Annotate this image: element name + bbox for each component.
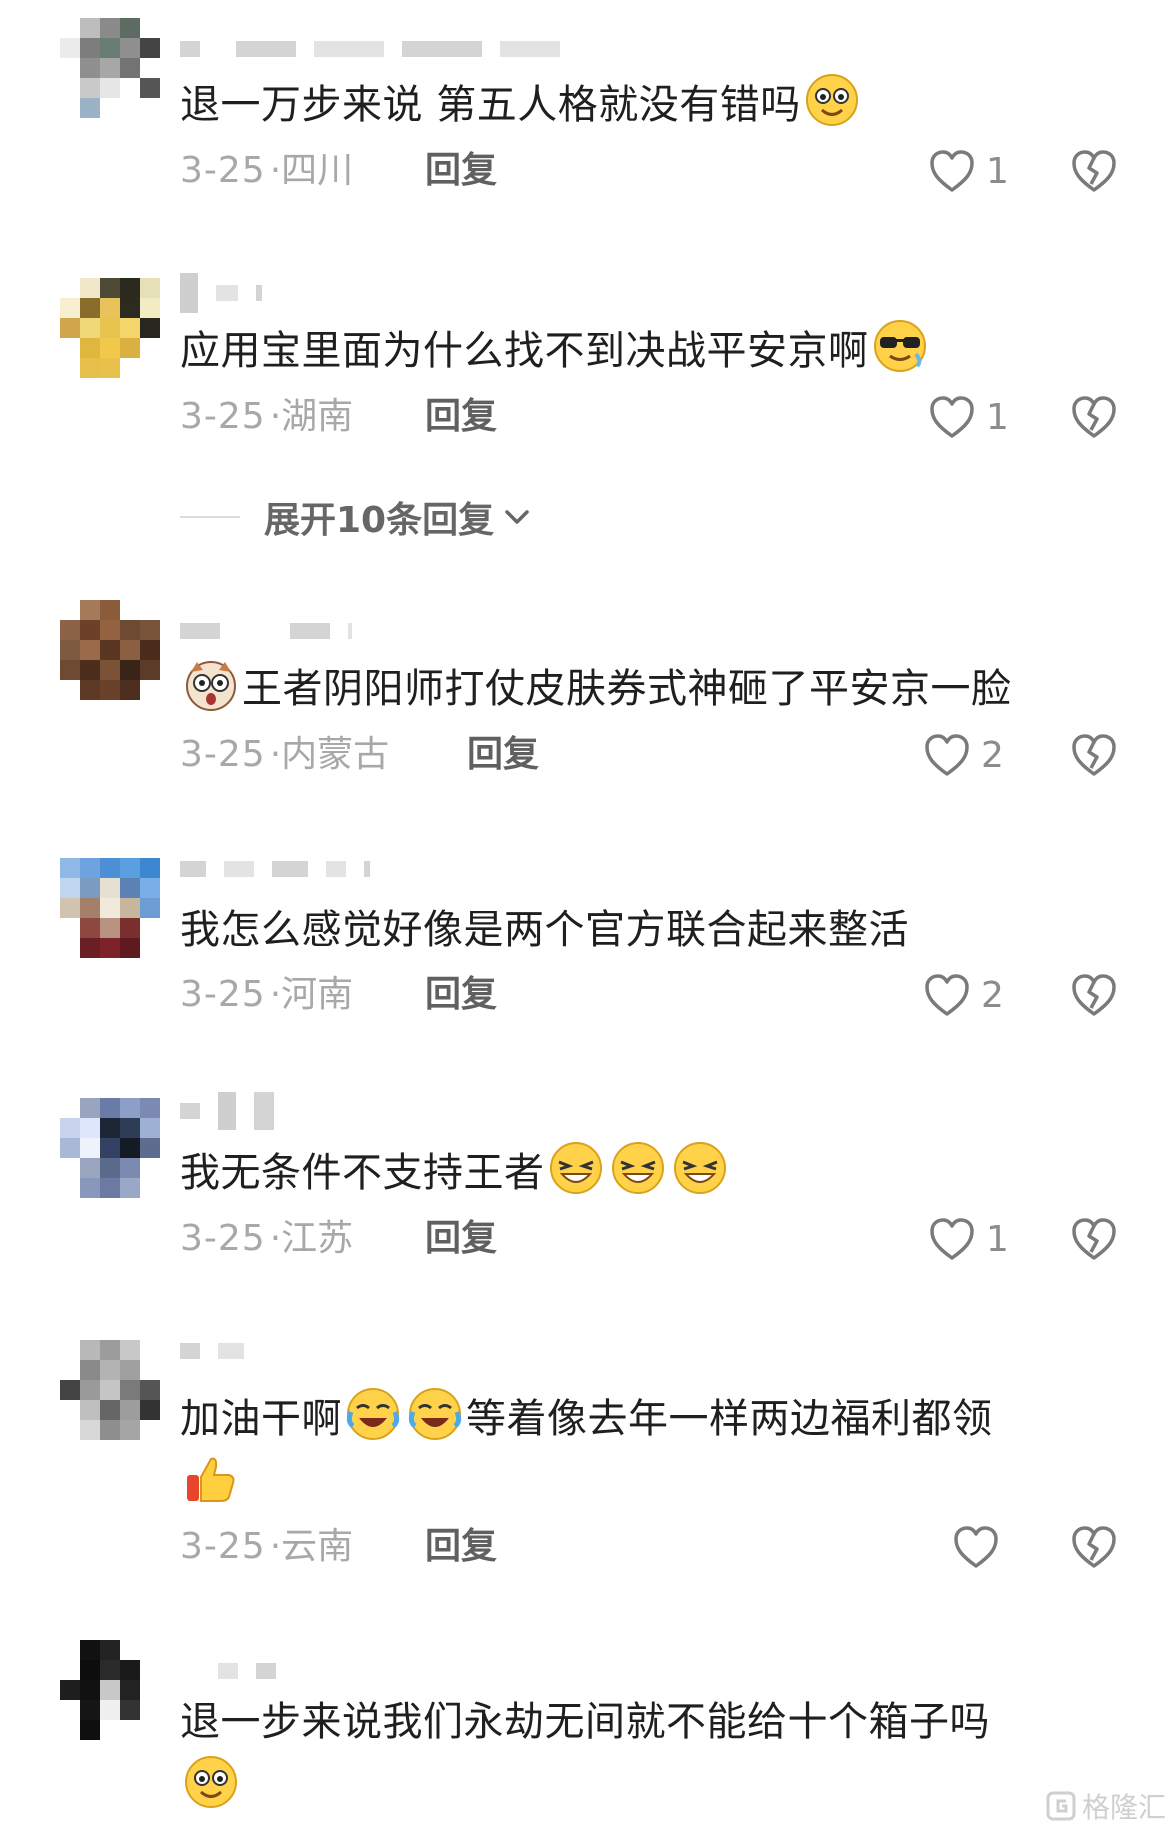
comment-body: 退一万步来说 第五人格就没有错吗 [180,82,801,128]
broken-heart-icon[interactable] [1070,1216,1118,1262]
comment-location: ·四川 [269,150,354,191]
comment-text: 我怎么感觉好像是两个官方联合起来整活 [180,898,1110,962]
comment-date: 3-25 [180,734,266,775]
comment-body: 我怎么感觉好像是两个官方联合起来整活 [180,907,909,953]
location-name: 内蒙古 [281,734,390,775]
avatar[interactable] [60,858,160,958]
smile-emoji [185,1756,237,1808]
broken-heart-icon[interactable] [1070,732,1118,778]
comment-location: ·江苏 [269,1218,354,1259]
username-redacted[interactable] [180,38,560,60]
location-name: 湖南 [281,396,354,437]
comment-body-part1: 加油干啊 [180,1396,342,1442]
broken-heart-icon[interactable] [1070,148,1118,194]
username-redacted[interactable] [180,858,370,880]
heart-icon [925,974,969,1016]
watermark: 格隆汇 [1046,1786,1166,1826]
username-redacted[interactable] [180,1660,276,1682]
location-name: 河南 [281,974,354,1015]
heart-icon [954,1526,998,1568]
reply-button[interactable]: 回复 [425,1214,497,1264]
like-count: 1 [986,150,1009,192]
location-name: 四川 [281,150,354,191]
like-count: 2 [981,734,1004,776]
heart-icon [925,734,969,776]
username-redacted[interactable] [180,273,262,313]
avatar[interactable] [60,600,160,700]
comment-location: ·湖南 [269,396,354,437]
like-count: 1 [986,1218,1009,1260]
comment-body-part2: 等着像去年一样两边福利都领 [466,1396,993,1442]
comment-text: 我无条件不支持王者 [180,1140,1110,1205]
heart-icon [930,1218,974,1260]
like-button[interactable]: 2 [923,970,1004,1020]
like-button[interactable]: 1 [928,146,1009,196]
expand-replies-button[interactable]: 展开10条回复 [180,490,534,544]
grin-squint-emoji [673,1142,726,1194]
avatar[interactable] [60,1640,160,1740]
broken-heart-icon[interactable] [1070,1524,1118,1570]
like-button[interactable]: 2 [923,730,1004,780]
avatar[interactable] [60,1098,160,1198]
username-redacted[interactable] [180,1092,274,1130]
comment-text: 王者阴阳师打仗皮肤券式神砸了平安京一脸 [180,656,1110,721]
location-name: 江苏 [281,1218,354,1259]
comment-location: ·内蒙古 [269,734,390,775]
reply-button[interactable]: 回复 [425,146,497,196]
comment-location: ·河南 [269,974,354,1015]
comment-text: 退一步来说我们永劫无间就不能给十个箱子吗 [180,1690,1110,1819]
expand-replies-label: 展开10条回复 [264,500,495,541]
reply-button[interactable]: 回复 [467,730,539,780]
heart-icon [930,396,974,438]
grin-squint-emoji [549,1142,602,1194]
divider [180,516,240,518]
comment-body: 应用宝里面为什么找不到决战平安京啊 [180,328,869,374]
comment-date: 3-25 [180,974,266,1015]
watermark-text: 格隆汇 [1082,1791,1167,1824]
comment-text: 退一万步来说 第五人格就没有错吗 [180,72,1110,137]
thumbs-up-emoji [187,1457,235,1502]
surprised-face-emoji [186,661,236,711]
grin-squint-emoji [611,1142,664,1194]
comment-text: 应用宝里面为什么找不到决战平安京啊 [180,318,1110,383]
avatar[interactable] [60,18,160,118]
comment-meta: 3-25 ·云南 [180,1522,353,1572]
broken-heart-icon[interactable] [1070,972,1118,1018]
comment-body: 我无条件不支持王者 [180,1150,545,1196]
comment-date: 3-25 [180,1218,266,1259]
like-button[interactable]: 1 [928,1214,1009,1264]
broken-heart-icon[interactable] [1070,394,1118,440]
like-count: 1 [986,396,1009,438]
location-name: 云南 [281,1526,354,1567]
heart-icon [930,150,974,192]
comment-location: ·云南 [269,1526,354,1567]
comment-meta: 3-25 ·湖南 [180,392,353,442]
comment-meta: 3-25 ·四川 [180,146,353,196]
watermark-logo-icon [1046,1791,1076,1821]
reply-button[interactable]: 回复 [425,970,497,1020]
comment-body: 王者阴阳师打仗皮肤券式神砸了平安京一脸 [242,666,1012,712]
comment-date: 3-25 [180,1526,266,1567]
chevron-down-icon [505,510,529,524]
like-count: 2 [981,974,1004,1016]
like-button[interactable]: 1 [928,392,1009,442]
laugh-cry-emoji [346,1388,400,1440]
cool-sunglasses-emoji [873,320,926,372]
comment-body: 退一步来说我们永劫无间就不能给十个箱子吗 [180,1699,990,1745]
username-redacted[interactable] [180,1340,244,1362]
reply-button[interactable]: 回复 [425,392,497,442]
username-redacted[interactable] [180,620,352,642]
comment-text: 加油干啊 等着像去年一样两边福利都领 [180,1386,1110,1516]
comment-meta: 3-25 ·江苏 [180,1214,353,1264]
comment-meta: 3-25 ·内蒙古 [180,730,389,780]
laugh-cry-emoji [408,1388,462,1440]
like-button[interactable] [952,1522,1010,1572]
comment-meta: 3-25 ·河南 [180,970,353,1020]
smile-emoji [805,74,858,126]
comment-date: 3-25 [180,150,266,191]
reply-button[interactable]: 回复 [425,1522,497,1572]
avatar[interactable] [60,1340,160,1440]
comment-date: 3-25 [180,396,266,437]
avatar[interactable] [60,278,160,378]
